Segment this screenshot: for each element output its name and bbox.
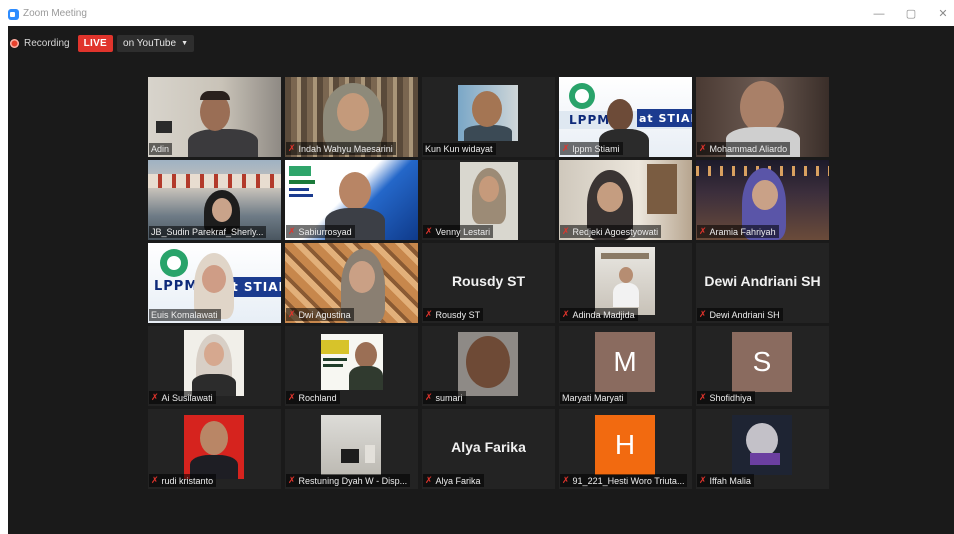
participant-tile[interactable]: ✗ sumari — [422, 326, 555, 406]
participant-name: ✗ 91_221_Hesti Woro Triuta... — [560, 474, 688, 487]
mic-muted-icon: ✗ — [699, 475, 707, 485]
participant-name: ✗ Aramia Fahriyah — [697, 225, 779, 238]
close-button[interactable]: ✕ — [934, 6, 952, 22]
mic-muted-icon: ✗ — [288, 392, 296, 402]
mic-muted-icon: ✗ — [562, 475, 570, 485]
participant-name: Kun Kun widayat — [423, 143, 496, 155]
mic-muted-icon: ✗ — [562, 226, 570, 236]
participant-name: ✗ Indah Wahyu Maesarini — [286, 142, 396, 155]
gallery-grid: Adin ✗ Indah Wahyu Maesarini Kun Kun wida… — [148, 77, 829, 489]
participant-name: JB_Sudin Parekraf_Sherly... — [149, 226, 267, 238]
participant-display-name: Dewi Andriani SH — [704, 273, 821, 289]
participant-name: ✗ Restuning Dyah W - Disp... — [286, 474, 411, 487]
mic-muted-icon: ✗ — [151, 475, 159, 485]
participant-display-name: Rousdy ST — [451, 273, 526, 289]
live-stream-dropdown[interactable]: on YouTube ▼ — [117, 34, 194, 52]
title-bar: Zoom Meeting — ▢ ✕ — [0, 0, 954, 26]
participant-tile[interactable]: ✗ Redjeki Agoestyowati — [559, 160, 692, 240]
participant-name: Adin — [149, 143, 173, 155]
recording-bar: Recording LIVE on YouTube ▼ — [10, 33, 194, 53]
participant-tile[interactable]: LPPM at STIAMI ✗lppm Stiami — [559, 77, 692, 157]
participant-tile[interactable]: ✗ rudi kristanto — [148, 409, 281, 489]
recording-label: Recording — [24, 37, 70, 49]
participant-display-name: Alya Farika — [451, 439, 526, 455]
participant-name: ✗ rudi kristanto — [149, 474, 217, 487]
caret-down-icon: ▼ — [181, 39, 188, 47]
participant-tile[interactable]: ✗ Adinda Madjida — [559, 243, 692, 323]
participant-tile[interactable]: Kun Kun widayat — [422, 77, 555, 157]
participant-name: ✗ sumari — [423, 391, 466, 404]
participant-name: ✗ Redjeki Agoestyowati — [560, 225, 662, 238]
banner-text: t STIAMI — [232, 280, 281, 294]
participant-tile[interactable]: ✗ Ai Susilawati — [148, 326, 281, 406]
banner-text: at STIAMI — [639, 112, 692, 125]
participant-tile-active-speaker[interactable]: LPPM t STIAMI Euis Komalawati — [148, 243, 281, 323]
participant-name: ✗ Ai Susilawati — [149, 391, 216, 404]
mic-muted-icon: ✗ — [151, 392, 159, 402]
participant-name: ✗ Adinda Madjida — [560, 308, 638, 321]
participant-tile[interactable]: Adin — [148, 77, 281, 157]
mic-muted-icon: ✗ — [699, 226, 707, 236]
participant-tile[interactable]: Rousdy ST ✗ Rousdy ST — [422, 243, 555, 323]
mic-muted-icon: ✗ — [288, 309, 296, 319]
participant-tile[interactable]: ✗ Venny Lestari — [422, 160, 555, 240]
mic-muted-icon: ✗ — [425, 392, 433, 402]
participant-name: ✗ Dwi Agustina — [286, 308, 354, 321]
participant-tile[interactable]: ✗ Mohammad Aliardo — [696, 77, 829, 157]
participant-name: ✗ Sabiurrosyad — [286, 225, 355, 238]
minimize-button[interactable]: — — [870, 6, 888, 22]
live-stream-label: on YouTube — [123, 37, 177, 49]
banner-text: LPPM — [154, 279, 199, 294]
participant-name: ✗ lppm Stiami — [560, 142, 623, 155]
mic-muted-icon: ✗ — [562, 309, 570, 319]
participant-name: ✗ Iffah Malia — [697, 474, 754, 487]
mic-muted-icon: ✗ — [699, 143, 707, 153]
participant-tile[interactable]: ✗ Sabiurrosyad — [285, 160, 418, 240]
participant-name: ✗ Shofidhiya — [697, 391, 755, 404]
participant-tile[interactable]: H ✗ 91_221_Hesti Woro Triuta... — [559, 409, 692, 489]
maximize-button[interactable]: ▢ — [902, 6, 920, 22]
participant-tile[interactable]: M Maryati Maryati — [559, 326, 692, 406]
participant-name: ✗ Venny Lestari — [423, 225, 494, 238]
mic-muted-icon: ✗ — [288, 475, 296, 485]
participant-tile[interactable]: ✗ Indah Wahyu Maesarini — [285, 77, 418, 157]
live-badge: LIVE — [77, 34, 114, 52]
participant-name: ✗ Mohammad Aliardo — [697, 142, 791, 155]
participant-name: Euis Komalawati — [149, 309, 221, 321]
participant-tile[interactable]: JB_Sudin Parekraf_Sherly... — [148, 160, 281, 240]
participant-tile[interactable]: Dewi Andriani SH ✗ Dewi Andriani SH — [696, 243, 829, 323]
mic-muted-icon: ✗ — [288, 226, 296, 236]
avatar-letter: M — [595, 332, 655, 392]
record-dot-icon — [10, 38, 19, 48]
mic-muted-icon: ✗ — [425, 309, 433, 319]
mic-muted-icon: ✗ — [699, 392, 707, 402]
participant-name: ✗ Alya Farika — [423, 474, 484, 487]
window-title: Zoom Meeting — [23, 8, 87, 19]
participant-tile[interactable]: ✗ Aramia Fahriyah — [696, 160, 829, 240]
avatar-letter: H — [595, 415, 655, 475]
zoom-app-icon — [8, 9, 19, 20]
participant-name: ✗ Rochland — [286, 391, 340, 404]
participant-tile[interactable]: ✗ Iffah Malia — [696, 409, 829, 489]
participant-tile[interactable]: Alya Farika ✗ Alya Farika — [422, 409, 555, 489]
participant-name: ✗ Dewi Andriani SH — [697, 308, 783, 321]
mic-muted-icon: ✗ — [425, 226, 433, 236]
mic-muted-icon: ✗ — [425, 475, 433, 485]
participant-tile[interactable]: ✗ Dwi Agustina — [285, 243, 418, 323]
participant-name: ✗ Rousdy ST — [423, 308, 484, 321]
mic-muted-icon: ✗ — [288, 143, 296, 153]
mic-muted-icon: ✗ — [562, 143, 570, 153]
mic-muted-icon: ✗ — [699, 309, 707, 319]
banner-text: LPPM — [569, 113, 611, 127]
participant-name: Maryati Maryati — [560, 392, 627, 404]
avatar-letter: S — [732, 332, 792, 392]
participant-tile[interactable]: S ✗ Shofidhiya — [696, 326, 829, 406]
participant-tile[interactable]: ✗ Restuning Dyah W - Disp... — [285, 409, 418, 489]
participant-tile[interactable]: ✗ Rochland — [285, 326, 418, 406]
